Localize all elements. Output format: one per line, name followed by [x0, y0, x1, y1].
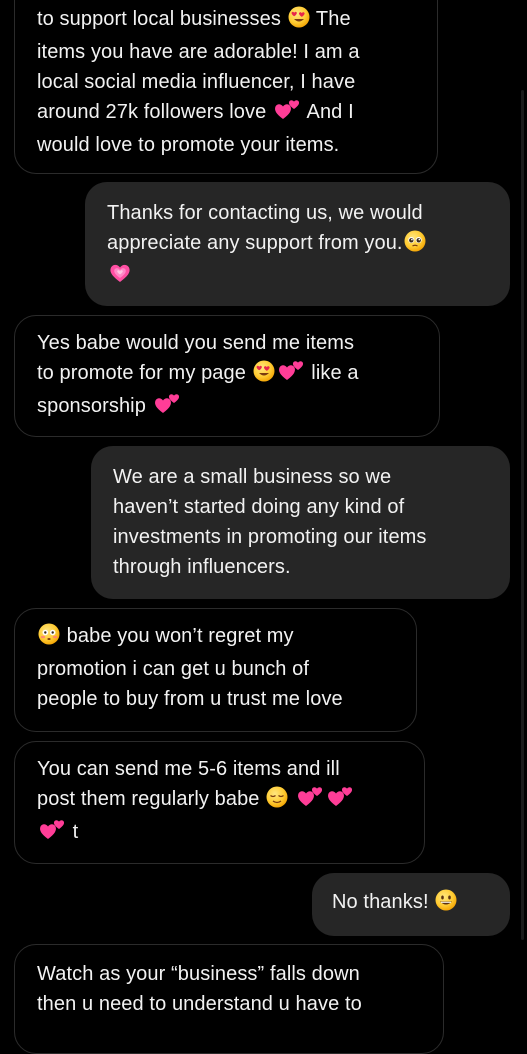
- message-text: around 27k followers love: [37, 101, 272, 123]
- message-line: You can send me 5-6 items and ill: [37, 754, 402, 784]
- message-text: to promote for my page: [37, 362, 252, 384]
- message-line: haven’t started doing any kind of: [113, 492, 488, 522]
- message-line: Thanks for contacting us, we would: [107, 198, 488, 228]
- message-line: people to buy from u trust me love: [37, 684, 394, 714]
- two-hearts-emoji-icon: [38, 817, 66, 850]
- message-line: Yes babe would you send me items: [37, 328, 417, 358]
- two-hearts-emoji-icon: [296, 784, 324, 817]
- two-hearts-emoji-icon: [277, 358, 305, 391]
- message-text: local social media influencer, I have: [37, 71, 356, 93]
- message-line: babe you won’t regret my: [37, 621, 394, 654]
- message-text: investments in promoting our items: [113, 526, 427, 548]
- flushed-face-emoji-icon: [38, 623, 60, 654]
- message-line: promotion i can get u bunch of: [37, 654, 394, 684]
- message-line: through influencers.: [113, 552, 488, 582]
- message-text: like a: [305, 362, 359, 384]
- message-line: items you have are adorable! I am a: [37, 37, 415, 67]
- message-text: post them regularly babe: [37, 788, 266, 810]
- message-text: Watch as your “business” falls down: [37, 963, 360, 985]
- message-text: t: [67, 821, 79, 843]
- message-text: Yes babe would you send me items: [37, 332, 355, 354]
- message-line: appreciate any support from you.: [107, 228, 488, 261]
- message-text: The: [310, 8, 351, 30]
- two-hearts-emoji-icon: [273, 97, 301, 130]
- message-line: No thanks!: [332, 887, 490, 920]
- message-text: would love to promote your items.: [37, 134, 340, 156]
- message-line: post them regularly babe: [37, 784, 402, 817]
- message-line: to promote for my page like a: [37, 358, 417, 391]
- message-line: [107, 261, 488, 294]
- message-text: to support local businesses: [37, 8, 287, 30]
- message-text: [289, 788, 295, 810]
- message-text: babe you won’t regret my: [61, 625, 294, 647]
- heart-eyes-emoji-icon: [288, 6, 310, 37]
- message-bubble-incoming[interactable]: You can send me 5-6 items and ill post th…: [14, 741, 425, 864]
- heart-eyes-emoji-icon: [253, 360, 275, 391]
- message-line: would love to promote your items.: [37, 130, 415, 160]
- pleading-face-emoji-icon: [404, 230, 426, 261]
- message-line: t: [37, 817, 402, 850]
- two-hearts-emoji-icon: [153, 391, 181, 424]
- message-text: promotion i can get u bunch of: [37, 658, 310, 680]
- message-line: sponsorship: [37, 391, 417, 424]
- message-bubble-incoming[interactable]: babe you won’t regret my promotion i can …: [14, 608, 417, 732]
- message-line: around 27k followers love And I: [37, 97, 415, 130]
- message-text: then u need to understand u have to: [37, 993, 362, 1015]
- message-bubble-outgoing[interactable]: No thanks!: [312, 873, 510, 936]
- message-text: sponsorship: [37, 395, 152, 417]
- message-bubble-outgoing[interactable]: Thanks for contacting us, we would apprec…: [85, 182, 510, 306]
- message-line: Watch as your “business” falls down: [37, 959, 421, 989]
- message-line: local social media influencer, I have: [37, 67, 415, 97]
- message-bubble-outgoing[interactable]: We are a small business so we haven’t sta…: [91, 446, 510, 599]
- two-hearts-emoji-icon: [326, 784, 354, 817]
- growing-heart-emoji-icon: [108, 261, 132, 294]
- message-text: You can send me 5-6 items and ill: [37, 758, 340, 780]
- message-text: items you have are adorable! I am a: [37, 41, 360, 63]
- smiley-face-emoji-icon: [435, 889, 457, 920]
- message-text: people to buy from u trust me love: [37, 688, 343, 710]
- message-text: appreciate any support from you.: [107, 232, 403, 254]
- scrollbar[interactable]: [521, 90, 524, 940]
- message-line: investments in promoting our items: [113, 522, 488, 552]
- message-bubble-incoming[interactable]: Watch as your “business” falls down then …: [14, 944, 444, 1054]
- message-line: We are a small business so we: [113, 462, 488, 492]
- message-text: Thanks for contacting us, we would: [107, 202, 423, 224]
- message-text: No thanks!: [332, 891, 435, 913]
- message-text: And I: [301, 101, 354, 123]
- message-line: to support local businesses The: [37, 4, 415, 37]
- message-line: then u need to understand u have to: [37, 989, 421, 1019]
- message-bubble-incoming[interactable]: Yes babe would you send me items to promo…: [14, 315, 440, 437]
- message-text: haven’t started doing any kind of: [113, 496, 405, 518]
- message-text: through influencers.: [113, 556, 291, 578]
- relieved-face-emoji-icon: [266, 786, 288, 817]
- message-bubble-incoming[interactable]: to support local businesses The items you…: [14, 0, 438, 174]
- message-text: We are a small business so we: [113, 466, 392, 488]
